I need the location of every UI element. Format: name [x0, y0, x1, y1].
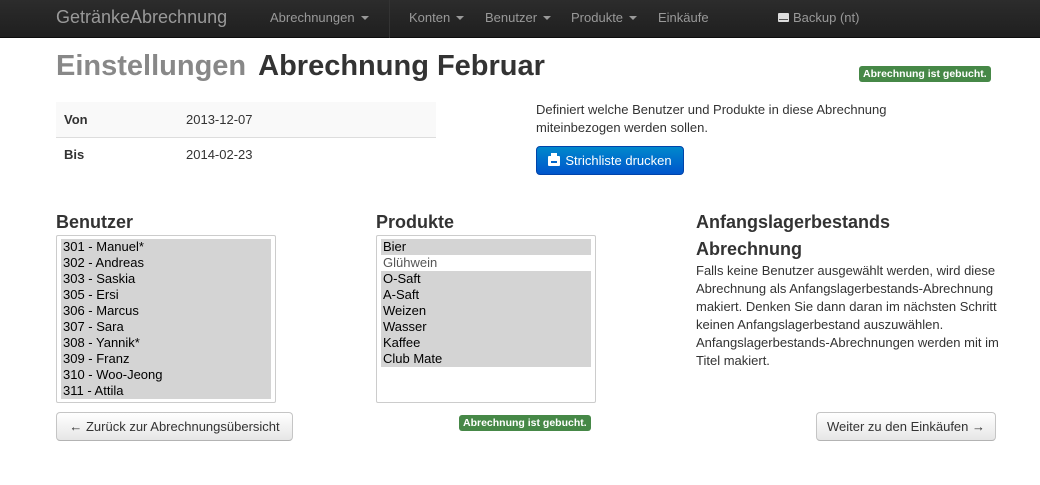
nav-benutzer-label: Benutzer: [485, 10, 538, 25]
caret-down-icon: [360, 15, 369, 20]
list-option[interactable]: 308 - Yannik*: [61, 335, 271, 351]
table-row: Von 2013-12-07: [56, 102, 436, 137]
brand-link[interactable]: GetränkeAbrechnung: [56, 7, 227, 28]
nav-produkte-dropdown[interactable]: Produkte: [571, 10, 638, 25]
nav-benutzer-dropdown[interactable]: Benutzer: [485, 10, 552, 25]
caret-down-icon: [456, 15, 465, 20]
nav-konten-label: Konten: [409, 10, 451, 25]
list-option[interactable]: 303 - Saskia: [61, 271, 271, 287]
list-option[interactable]: Glühwein: [381, 255, 591, 271]
products-heading: Produkte: [376, 212, 455, 232]
date-from-label: Von: [56, 102, 178, 137]
users-heading: Benutzer: [56, 212, 134, 232]
list-option[interactable]: 302 - Andreas: [61, 255, 271, 271]
nav-produkte-label: Produkte: [571, 10, 624, 25]
settings-description: Definiert welche Benutzer und Produkte i…: [536, 102, 887, 135]
printer-icon: [548, 153, 561, 166]
navbar: GetränkeAbrechnung Abrechnungen Konten B…: [0, 0, 1040, 38]
page-title: Abrechnung Februar: [258, 50, 545, 82]
back-button-label: Zurück zur Abrechnungsübersicht: [85, 419, 280, 434]
arrow-left-icon: ←: [69, 419, 83, 434]
date-from-value: 2013-12-07: [178, 102, 436, 137]
caret-down-icon: [629, 15, 638, 20]
list-option[interactable]: 301 - Manuel*: [61, 239, 271, 255]
list-option[interactable]: O-Saft: [381, 271, 591, 287]
date-to-value: 2014-02-23: [178, 136, 436, 172]
list-option[interactable]: 311 - Attila: [61, 383, 271, 399]
print-tally-label: Strichliste drucken: [565, 153, 672, 168]
users-multiselect[interactable]: 301 - Manuel* 302 - Andreas 303 - Saskia 30…: [56, 235, 276, 403]
next-to-purchases-button[interactable]: Weiter zu den Einkäufen →: [816, 412, 996, 441]
list-option[interactable]: 309 - Franz: [61, 351, 271, 367]
hdd-icon: [778, 13, 789, 22]
info-heading-line2: Abrechnung: [696, 239, 802, 259]
list-option[interactable]: Wasser: [381, 319, 591, 335]
list-option[interactable]: Club Mate: [381, 351, 591, 367]
nav-divider: [389, 0, 390, 38]
nav-backup-link[interactable]: Backup (nt): [778, 10, 859, 25]
list-option[interactable]: Kaffee: [381, 335, 591, 351]
status-badge: Abrechnung ist gebucht.: [459, 415, 591, 431]
page-header: Einstellungen Abrechnung Februar: [56, 50, 545, 83]
list-option[interactable]: A-Saft: [381, 287, 591, 303]
caret-down-icon: [543, 15, 552, 20]
arrow-right-icon: →: [972, 419, 986, 434]
back-to-overview-button[interactable]: ← Zurück zur Abrechnungsübersicht: [56, 412, 293, 441]
list-option[interactable]: 310 - Woo-Jeong: [61, 367, 271, 383]
table-row: Bis 2014-02-23: [56, 136, 436, 172]
status-badge: Abrechnung ist gebucht.: [859, 66, 991, 82]
list-option[interactable]: 306 - Marcus: [61, 303, 271, 319]
nav-backup-label: Backup (nt): [793, 10, 860, 25]
next-button-label: Weiter zu den Einkäufen: [826, 419, 969, 434]
nav-abrechnungen-dropdown[interactable]: Abrechnungen: [270, 10, 369, 25]
info-text: Falls keine Benutzer ausgewählt werden, …: [696, 263, 999, 368]
date-range-table: Von 2013-12-07 Bis 2014-02-23: [56, 102, 436, 172]
nav-abrechnungen-label: Abrechnungen: [270, 10, 355, 25]
products-multiselect[interactable]: Bier Glühwein O-Saft A-Saft Weizen Wasser Kaff…: [376, 235, 596, 403]
list-option[interactable]: Bier: [381, 239, 591, 255]
info-heading-line1: Anfangslagerbestands: [696, 212, 891, 232]
page-section-title: Einstellungen: [56, 50, 247, 82]
list-option[interactable]: 305 - Ersi: [61, 287, 271, 303]
list-option[interactable]: Weizen: [381, 303, 591, 319]
date-to-label: Bis: [56, 136, 178, 172]
list-option[interactable]: 307 - Sara: [61, 319, 271, 335]
nav-konten-dropdown[interactable]: Konten: [409, 10, 465, 25]
print-tally-button[interactable]: Strichliste drucken: [536, 146, 684, 175]
nav-einkaeufe-link[interactable]: Einkäufe: [658, 10, 709, 25]
